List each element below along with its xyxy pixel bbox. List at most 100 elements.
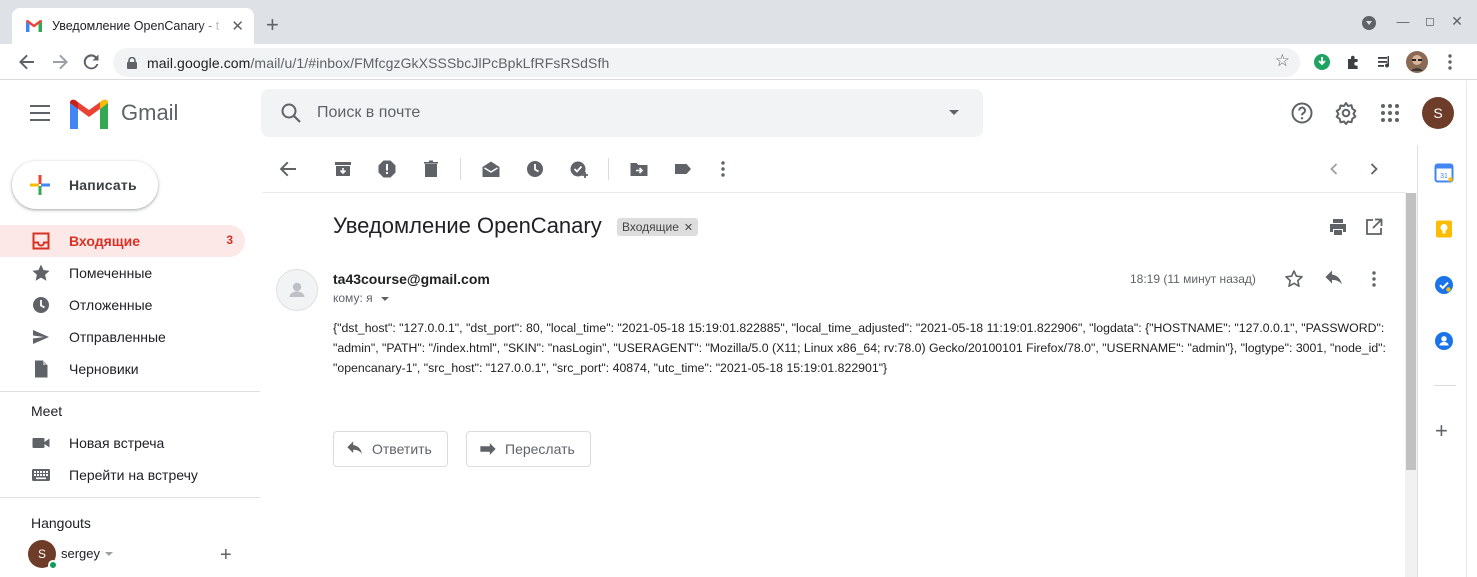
compose-button[interactable]: Написать	[12, 161, 158, 209]
sidebar-item-snoozed[interactable]: Отложенные	[0, 289, 245, 321]
media-control-icon[interactable]	[1374, 51, 1396, 73]
search-options-icon[interactable]	[949, 110, 959, 115]
maximize-icon[interactable]: ◻	[1421, 12, 1439, 30]
message-scrollbar-thumb[interactable]	[1406, 193, 1416, 470]
gmail-wordmark: Gmail	[121, 100, 179, 125]
back-to-inbox-icon[interactable]	[278, 159, 298, 179]
print-icon[interactable]	[1328, 217, 1348, 237]
hangouts-add-icon[interactable]: +	[220, 544, 232, 567]
draft-icon	[35, 360, 48, 378]
toolbar-bottom-border	[262, 192, 1406, 193]
search-icon[interactable]	[279, 101, 303, 125]
sidebar-item-label: Перейти на встречу	[69, 467, 198, 483]
page-scrollbar[interactable]	[1466, 81, 1477, 577]
search-bar[interactable]	[261, 89, 983, 137]
bookmark-star-icon[interactable]: ☆	[1275, 51, 1290, 71]
url-text: mail.google.com/mail/u/1/#inbox/FMfcgzGk…	[147, 54, 610, 71]
archive-icon[interactable]	[333, 159, 353, 179]
newer-message-icon[interactable]	[1324, 159, 1344, 179]
snooze-icon[interactable]	[525, 159, 545, 179]
search-input[interactable]	[317, 101, 917, 125]
sidebar-item-inbox[interactable]: Входящие 3	[0, 225, 245, 257]
settings-gear-icon[interactable]	[1334, 101, 1358, 125]
account-avatar[interactable]: S	[1422, 97, 1454, 129]
extension-green-icon[interactable]	[1311, 51, 1333, 73]
sidebar-item-label: Новая встреча	[69, 435, 165, 451]
contacts-icon[interactable]	[1434, 331, 1454, 351]
forward-button[interactable]: Переслать	[466, 431, 591, 467]
label-icon[interactable]	[673, 159, 693, 179]
open-in-new-window-icon[interactable]	[1364, 217, 1384, 237]
forward-icon[interactable]	[48, 50, 72, 74]
sidebar-item-join-meeting[interactable]: Перейти на встречу	[0, 459, 245, 491]
toolbar-divider	[460, 158, 461, 180]
sidebar-item-drafts[interactable]: Черновики	[0, 353, 245, 385]
calendar-icon[interactable]: 31	[1434, 163, 1454, 183]
gmail-favicon-icon	[26, 20, 42, 32]
compose-label: Написать	[69, 177, 137, 193]
meet-heading: Meet	[31, 403, 63, 419]
tab-title: Уведомление OpenCanary - t	[52, 19, 220, 33]
forward-label: Переслать	[505, 441, 575, 457]
move-to-icon[interactable]	[629, 159, 649, 179]
address-bar[interactable]: mail.google.com/mail/u/1/#inbox/FMfcgzGk…	[113, 48, 1300, 77]
hangouts-heading: Hangouts	[31, 515, 91, 531]
minimize-icon[interactable]: —	[1394, 12, 1412, 30]
star-message-icon[interactable]	[1284, 269, 1304, 289]
back-icon[interactable]	[15, 50, 39, 74]
get-addons-icon[interactable]: +	[1435, 418, 1448, 444]
new-tab-icon[interactable]: +	[266, 14, 279, 36]
more-options-icon[interactable]	[713, 159, 733, 179]
tasks-icon[interactable]	[1434, 275, 1454, 295]
nav-divider	[0, 391, 260, 392]
gmail-logo-icon[interactable]	[70, 99, 108, 129]
show-details-caret-icon[interactable]	[381, 297, 389, 301]
tab-search-icon[interactable]	[1360, 14, 1378, 32]
lock-icon	[127, 56, 137, 69]
keep-icon[interactable]	[1434, 219, 1454, 239]
browser-tabstrip: Уведомление OpenCanary - t ✕ + — ◻ ✕	[0, 0, 1477, 44]
inbox-icon	[32, 232, 50, 250]
sidebar-item-label: Помеченные	[69, 265, 153, 281]
older-message-icon[interactable]	[1364, 159, 1384, 179]
sender-email[interactable]: ta43course@gmail.com	[333, 271, 490, 287]
sender-avatar[interactable]	[276, 269, 318, 311]
add-to-tasks-icon[interactable]	[569, 159, 589, 179]
clock-icon	[33, 297, 49, 313]
reload-icon[interactable]	[79, 50, 103, 74]
inbox-label-chip[interactable]: Входящие ✕	[617, 218, 699, 236]
browser-tab[interactable]: Уведомление OpenCanary - t ✕	[12, 8, 254, 44]
side-panel-border	[1417, 145, 1418, 577]
hangouts-user-name[interactable]: sergey	[61, 546, 100, 561]
message-more-icon[interactable]	[1364, 269, 1384, 289]
main-menu-icon[interactable]	[30, 105, 50, 121]
profile-avatar-icon[interactable]	[1406, 51, 1428, 73]
apps-grid-icon[interactable]	[1378, 101, 1402, 125]
hangouts-status-caret-icon[interactable]	[105, 552, 113, 556]
online-status-dot	[48, 560, 58, 570]
reply-label: Ответить	[372, 441, 432, 457]
mark-unread-icon[interactable]	[481, 159, 501, 179]
help-icon[interactable]	[1290, 101, 1314, 125]
side-panel-divider	[1434, 385, 1456, 386]
unread-count-badge: 3	[226, 233, 233, 247]
report-spam-icon[interactable]	[377, 159, 397, 179]
extensions-puzzle-icon[interactable]	[1343, 51, 1365, 73]
recipient-line: кому: я	[333, 291, 373, 305]
message-body: {"dst_host": "127.0.0.1", "dst_port": 80…	[333, 321, 1386, 375]
browser-menu-icon[interactable]	[1438, 50, 1462, 74]
sidebar-item-new-meeting[interactable]: Новая встреча	[0, 427, 245, 459]
reply-icon[interactable]	[1324, 269, 1344, 289]
sidebar-item-label: Входящие	[69, 233, 140, 249]
tab-close-icon[interactable]: ✕	[231, 17, 244, 35]
delete-icon[interactable]	[421, 159, 441, 179]
reply-arrow-icon	[347, 441, 363, 454]
sidebar-item-starred[interactable]: Помеченные	[0, 257, 245, 289]
sidebar-item-sent[interactable]: Отправленные	[0, 321, 245, 353]
remove-label-icon[interactable]: ✕	[684, 221, 693, 234]
reply-button[interactable]: Ответить	[333, 431, 448, 467]
compose-plus-icon	[30, 175, 50, 195]
browser-toolbar: mail.google.com/mail/u/1/#inbox/FMfcgzGk…	[0, 44, 1477, 80]
gmail-header: Gmail S	[0, 81, 1466, 145]
window-close-icon[interactable]: ✕	[1448, 12, 1466, 30]
